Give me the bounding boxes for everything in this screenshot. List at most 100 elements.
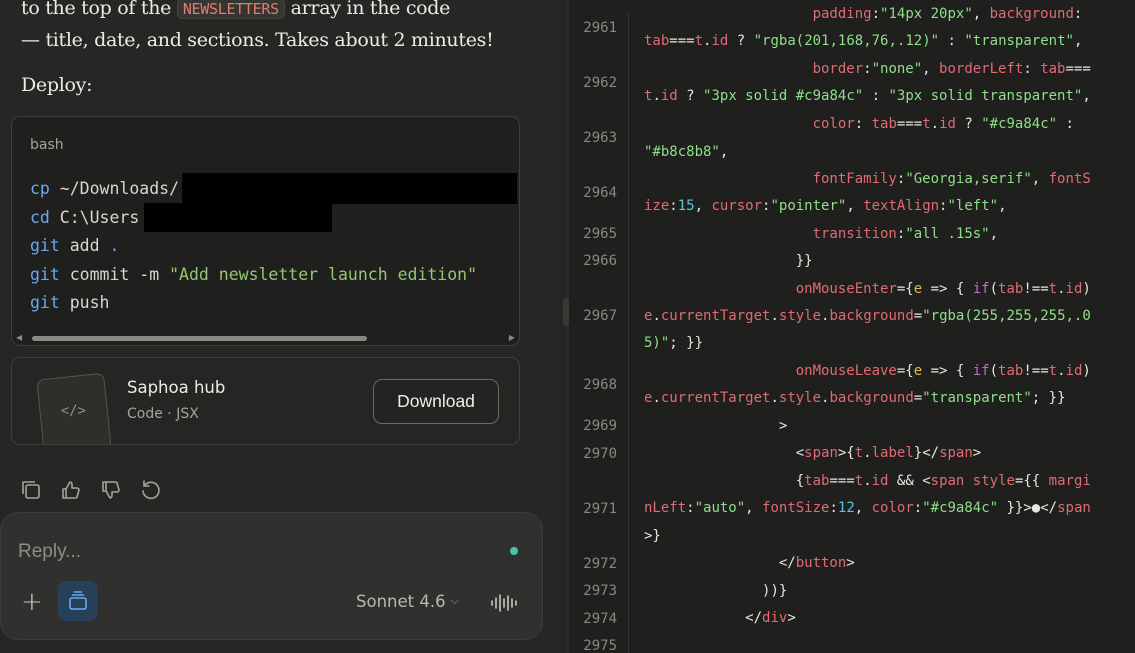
line-number: 2975: [583, 638, 617, 653]
editor-code-line: 5)"; }}: [644, 335, 703, 351]
model-selector[interactable]: Sonnet 4.6: [356, 592, 446, 611]
editor-code-line: color: tab===t.id ? "#c9a84c" :: [644, 116, 1074, 132]
code-token: ,: [694, 198, 712, 214]
code-token: :: [863, 61, 872, 77]
copy-icon[interactable]: [20, 479, 42, 501]
editor-code-line: ize:15, cursor:"pointer", textAlign:"lef…: [644, 198, 1007, 214]
editor-code-line: }}: [644, 253, 813, 269]
code-token: color: [871, 500, 914, 516]
code-token: fontSize: [762, 500, 830, 516]
line-number: 2968: [583, 377, 617, 393]
thumbs-down-icon[interactable]: [100, 479, 122, 501]
chat-pane: to the top of the NEWSLETTERS array in t…: [0, 0, 566, 653]
code-token: ?: [677, 88, 704, 104]
code-token: .: [1057, 281, 1066, 297]
code-token: button: [795, 555, 847, 571]
code-token: ,: [854, 500, 872, 516]
code-token: ,: [989, 226, 999, 242]
code-token: }</: [913, 445, 940, 461]
code-token: color: [812, 116, 855, 132]
code-file-icon: </>: [36, 372, 112, 444]
scrollbar-thumb[interactable]: [32, 336, 367, 341]
code-token: "transparent": [922, 390, 1032, 406]
horizontal-scrollbar[interactable]: ◀ ▶: [16, 333, 515, 342]
scroll-left-icon[interactable]: ◀: [16, 333, 22, 342]
voice-button[interactable]: [490, 593, 518, 613]
code-token: tab: [998, 281, 1024, 297]
editor-code-line: <span>{t.label}</span>: [644, 445, 982, 461]
code-token: cursor: [711, 198, 763, 214]
waveform-icon: [491, 594, 517, 612]
stack-icon: [69, 591, 87, 610]
code-token: >}: [644, 528, 661, 544]
line-number: 2961: [583, 20, 617, 36]
line-number: 2974: [583, 611, 617, 627]
code-token: ,: [719, 144, 729, 160]
editor-code-line: </div>: [644, 610, 796, 626]
code-token: ===: [829, 473, 855, 489]
reply-input[interactable]: [18, 541, 478, 563]
code-token: t: [922, 116, 931, 132]
code-token: currentTarget: [660, 308, 771, 324]
code-token: "rgba(255,255,255,.0: [922, 308, 1091, 324]
code-token: ,: [1082, 88, 1091, 104]
artifact-card[interactable]: </> Saphoa hub Code · JSX Download: [11, 357, 520, 445]
code-token: id: [660, 88, 678, 104]
tools-button[interactable]: [58, 581, 98, 621]
line-number: 2966: [583, 253, 617, 269]
code-token: tab: [998, 363, 1024, 379]
code-token: tab: [804, 473, 830, 489]
code-token: ?: [955, 116, 982, 132]
code-block: bash cp ~/Downloads/cd C:\Users git add .…: [11, 116, 520, 346]
code-token: "left": [947, 198, 999, 214]
code-token: ={: [896, 363, 914, 379]
code-token: >: [846, 555, 855, 571]
retry-icon[interactable]: [140, 479, 162, 501]
code-token: ===: [669, 33, 695, 49]
message-text-post: array in the code: [290, 0, 451, 19]
code-token: "3px solid #c9a84c": [703, 88, 864, 104]
code-token: "Georgia,serif": [905, 171, 1032, 187]
code-token: id: [871, 473, 889, 489]
code-token: style: [778, 308, 822, 324]
code-token: t: [854, 473, 864, 489]
code-token: .: [652, 308, 661, 324]
inline-code: NEWSLETTERS: [176, 0, 285, 19]
editor-code-line: e.currentTarget.style.background="transp…: [644, 390, 1066, 406]
code-token: label: [871, 445, 914, 461]
code-token: .: [652, 390, 661, 406]
code-token: .: [863, 445, 872, 461]
add-attachment-button[interactable]: +: [21, 589, 47, 617]
code-token: span: [939, 445, 973, 461]
line-number: 2973: [583, 583, 617, 599]
code-token: "auto": [694, 500, 746, 516]
code-token: ={: [896, 281, 914, 297]
code-token: "#c9a84c": [981, 116, 1058, 132]
code-token: ,: [745, 500, 763, 516]
scrollbar-track[interactable]: [26, 335, 505, 342]
download-button[interactable]: Download: [373, 379, 499, 424]
message-text-line-2: — title, date, and sections. Takes about…: [21, 29, 494, 51]
scroll-right-icon[interactable]: ▶: [509, 333, 515, 342]
code-token: border: [812, 61, 864, 77]
code-token: tab: [1040, 61, 1066, 77]
code-token: ; }}: [669, 335, 704, 351]
code-token: :: [1023, 61, 1041, 77]
editor-code-line: {tab===t.id && <span style={{ margi: [644, 473, 1091, 489]
code-token: tab: [871, 116, 897, 132]
code-token: >: [787, 610, 796, 626]
code-token: id: [1065, 281, 1083, 297]
code-token: "none": [871, 61, 923, 77]
thumbs-up-icon[interactable]: [60, 479, 82, 501]
code-token: "rgba(201,168,76,.12)": [753, 33, 940, 49]
code-token: ={{: [1014, 473, 1049, 489]
editor-code-line: ))}: [644, 583, 787, 599]
code-token: id: [1065, 363, 1083, 379]
editor-code-line: padding:"14px 20px", background:: [644, 6, 1083, 22]
chevron-down-icon[interactable]: ⌵: [450, 593, 459, 608]
code-token: t: [1048, 281, 1058, 297]
code-token: id: [939, 116, 956, 132]
